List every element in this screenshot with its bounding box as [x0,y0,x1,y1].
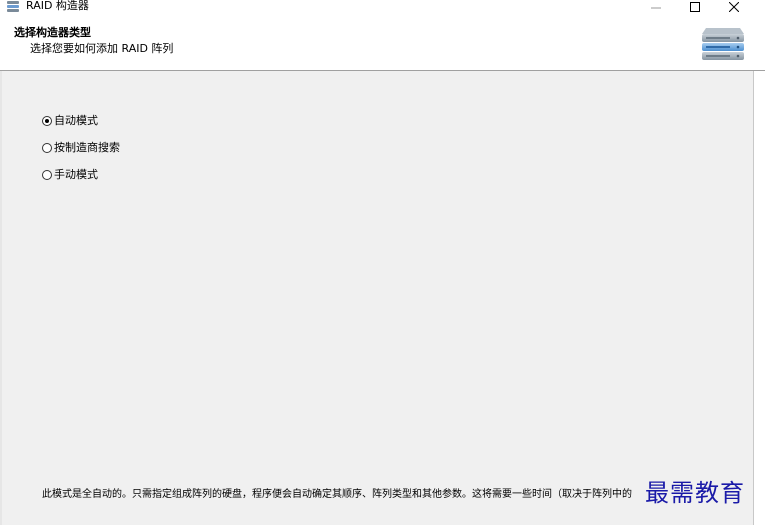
wizard-header: 选择构造器类型 选择您要如何添加 RAID 阵列 [0,14,765,71]
radio-button[interactable] [42,143,52,153]
radio-label: 自动模式 [54,114,98,127]
minimize-button[interactable] [641,0,671,14]
raid-builder-window: RAID 构造器 选择构造器类型 选择您要如何添加 RAID 阵列 自动模式 按… [0,0,765,525]
wizard-content [0,71,754,525]
page-subtitle: 选择您要如何添加 RAID 阵列 [30,42,174,55]
close-icon [729,2,739,12]
radio-button-selected[interactable] [42,116,52,126]
radio-button[interactable] [42,170,52,180]
radio-auto-mode[interactable]: 自动模式 [42,114,98,128]
title-bar[interactable]: RAID 构造器 [0,0,765,14]
radio-label: 手动模式 [54,168,98,181]
window-title: RAID 构造器 [26,0,89,12]
watermark-text: 最需教育 [645,479,745,507]
radio-vendor-search[interactable]: 按制造商搜索 [42,141,120,155]
radio-manual-mode[interactable]: 手动模式 [42,168,98,182]
mode-description: 此模式是全自动的。只需指定组成阵列的硬盘，程序便会自动确定其顺序、阵列类型和其他… [42,489,632,500]
radio-label: 按制造商搜索 [54,141,120,154]
maximize-icon [690,2,700,12]
maximize-button[interactable] [680,0,710,14]
minimize-icon [651,7,661,9]
raid-app-icon [7,1,19,12]
close-button[interactable] [719,0,749,14]
left-border [0,71,2,525]
page-title: 选择构造器类型 [14,26,91,39]
server-stack-icon [702,28,744,60]
